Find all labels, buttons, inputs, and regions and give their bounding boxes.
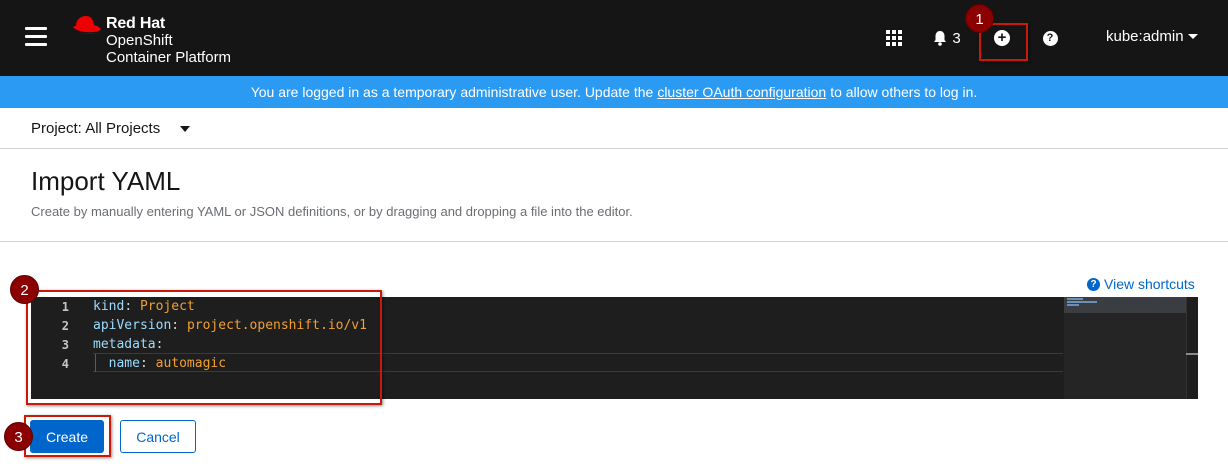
page-description: Create by manually entering YAML or JSON… [31, 204, 633, 219]
question-circle-icon: ? [1042, 30, 1058, 46]
user-menu[interactable]: kube:admin [1106, 28, 1198, 45]
scrollbar-cursor-marker [1186, 353, 1198, 355]
editor-scrollbar[interactable] [1186, 297, 1198, 399]
hamburger-menu-icon[interactable] [25, 27, 47, 47]
cancel-button[interactable]: Cancel [120, 420, 196, 453]
divider [0, 241, 1228, 242]
project-dropdown-label: Project: All Projects [31, 120, 161, 137]
product-name-line1: OpenShift [106, 32, 173, 49]
project-bar: Project: All Projects [0, 108, 1228, 149]
bell-icon [934, 31, 947, 46]
step1-badge: 1 [965, 4, 994, 33]
step3-highlight-box [24, 415, 111, 457]
user-name: kube:admin [1106, 28, 1184, 45]
page-title: Import YAML [31, 166, 181, 196]
banner-text-before: You are logged in as a temporary adminis… [250, 84, 654, 100]
notifications-count: 3 [952, 29, 961, 47]
caret-down-icon [1187, 34, 1198, 39]
redhat-hat-logo [72, 16, 102, 34]
app-launcher-icon[interactable] [885, 26, 903, 50]
banner-text-after: to allow others to log in. [830, 84, 978, 100]
product-name-line2: Container Platform [106, 49, 232, 66]
notifications-button[interactable]: 3 [930, 26, 964, 50]
masthead: Red Hat OpenShift Container Platform 3 +… [0, 0, 1228, 76]
brand-name: Red Hat [106, 15, 166, 32]
cluster-oauth-link[interactable]: cluster OAuth configuration [657, 84, 826, 100]
step3-badge: 3 [4, 422, 33, 451]
project-dropdown[interactable]: Project: All Projects [31, 120, 191, 137]
question-circle-icon: ? [1087, 277, 1100, 291]
editor-minimap[interactable] [1064, 297, 1186, 399]
cluster-banner: You are logged in as a temporary adminis… [0, 76, 1228, 108]
minimap-preview [1067, 298, 1107, 308]
redhat-openshift-logo[interactable]: Red Hat OpenShift Container Platform [70, 12, 260, 68]
caret-down-icon [180, 125, 191, 132]
step2-badge: 2 [10, 275, 39, 304]
help-button[interactable]: ? [1041, 26, 1059, 50]
view-shortcuts-label: View shortcuts [1104, 276, 1195, 292]
step2-highlight-box [26, 290, 382, 405]
view-shortcuts-link[interactable]: ? View shortcuts [1087, 276, 1195, 292]
